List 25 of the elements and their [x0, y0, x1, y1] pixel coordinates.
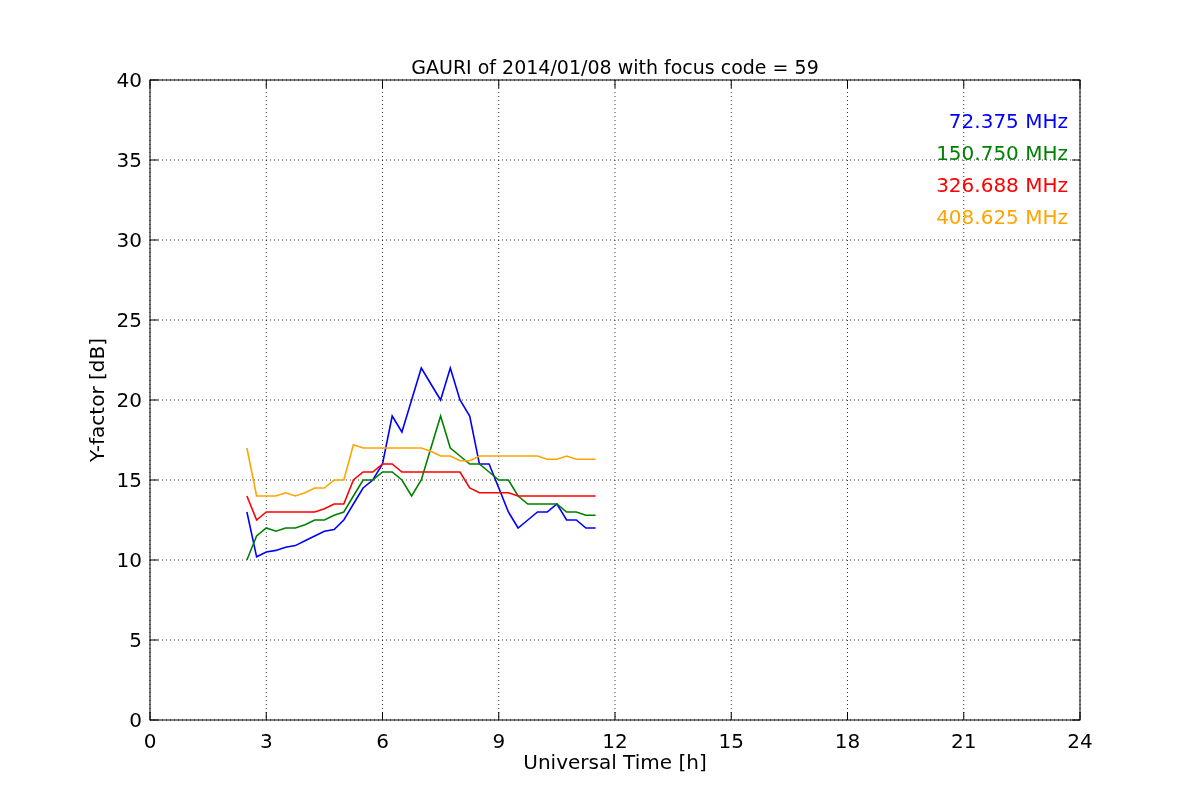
- tick-label: 9: [492, 729, 506, 753]
- tick-label: 0: [129, 708, 142, 732]
- tick-label: 18: [834, 729, 861, 753]
- tick-label: 20: [116, 388, 142, 412]
- tick-label: 21: [951, 729, 977, 753]
- tick-label: 10: [116, 548, 142, 572]
- tick-label: 15: [718, 729, 744, 753]
- tick-label: 30: [116, 228, 142, 252]
- legend-label: 150.750 MHz: [936, 141, 1068, 165]
- x-axis-label: Universal Time [h]: [523, 750, 707, 774]
- tick-label: 0: [143, 729, 157, 753]
- tick-label: 24: [1067, 729, 1093, 753]
- tick-label: 5: [129, 628, 142, 652]
- tick-label: 15: [116, 468, 142, 492]
- tick-label: 6: [376, 729, 389, 753]
- tick-label: 25: [116, 308, 142, 332]
- tick-label: 12: [602, 729, 628, 753]
- chart-title: GAURI of 2014/01/08 with focus code = 59: [411, 56, 819, 78]
- tick-label: 3: [259, 729, 273, 753]
- tick-label: 35: [116, 148, 142, 172]
- y-axis-label: Y-factor [dB]: [85, 338, 109, 462]
- legend-label: 326.688 MHz: [936, 173, 1068, 197]
- legend-label: 72.375 MHz: [948, 109, 1068, 133]
- legend-label: 408.625 MHz: [936, 205, 1068, 229]
- tick-label: 40: [116, 68, 142, 92]
